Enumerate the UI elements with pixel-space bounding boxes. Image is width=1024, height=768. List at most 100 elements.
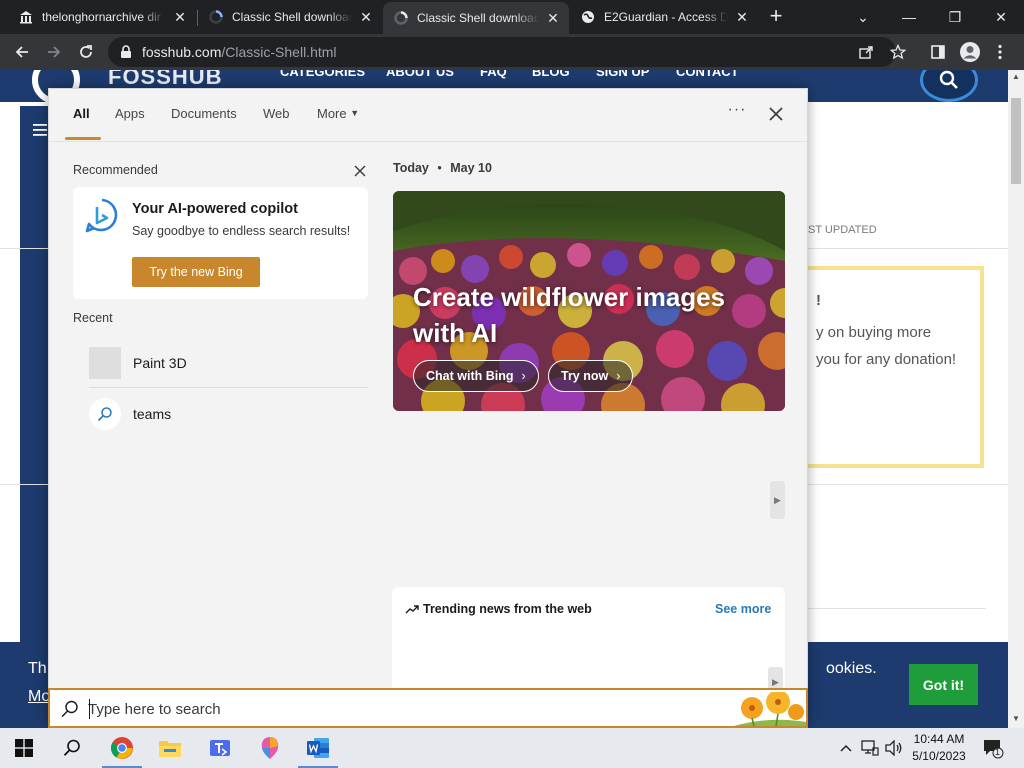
side-panel-icon[interactable] xyxy=(924,38,952,66)
bullet-separator: • xyxy=(437,161,442,175)
got-it-button[interactable]: Got it! xyxy=(909,664,978,705)
minimize-button[interactable]: — xyxy=(886,0,932,34)
tab-apps[interactable]: Apps xyxy=(115,106,145,121)
browser-tab-strip: thelonghornarchive dir ✕ Classic Shell d… xyxy=(0,0,1024,34)
scroll-down-arrow[interactable]: ▼ xyxy=(1008,712,1024,726)
taskbar-word[interactable] xyxy=(294,728,342,768)
back-button[interactable] xyxy=(8,38,36,66)
taskbar-search-box[interactable] xyxy=(48,688,808,728)
browser-tab-1[interactable]: thelonghornarchive dir ✕ xyxy=(8,0,196,34)
kebab-menu-icon[interactable] xyxy=(990,38,1010,66)
dismiss-icon[interactable] xyxy=(352,163,368,179)
taskbar-chrome[interactable] xyxy=(98,728,146,768)
recent-item-teams[interactable]: teams xyxy=(73,391,368,437)
network-icon[interactable] xyxy=(860,738,880,758)
try-now-label: Try now xyxy=(561,369,609,383)
browser-tab-3-active[interactable]: Classic Shell download ✕ xyxy=(383,2,569,34)
search-icon[interactable] xyxy=(920,70,978,102)
close-icon[interactable]: ✕ xyxy=(172,9,188,25)
scroll-thumb[interactable] xyxy=(1011,98,1021,184)
taskbar-paint3d[interactable] xyxy=(246,728,294,768)
url-host: fosshub.com xyxy=(142,44,222,60)
taskbar-file-explorer[interactable] xyxy=(146,728,194,768)
tab-web[interactable]: Web xyxy=(263,106,290,121)
nav-categories[interactable]: CATEGORIES xyxy=(280,70,365,79)
more-options-icon[interactable]: ··· xyxy=(725,101,749,125)
close-icon[interactable]: ✕ xyxy=(358,9,374,25)
volume-icon[interactable] xyxy=(884,738,904,758)
cookie-text: Th xyxy=(28,660,47,677)
profile-avatar-icon[interactable] xyxy=(956,38,984,66)
search-icon xyxy=(63,739,80,756)
hero-card[interactable]: Create wildflower images with AI Chat wi… xyxy=(393,191,785,411)
nav-about-us[interactable]: ABOUT US xyxy=(386,70,454,79)
taskbar-teams[interactable] xyxy=(196,728,244,768)
tab-title: E2Guardian - Access De xyxy=(604,10,728,24)
clock-date: 5/10/2023 xyxy=(912,749,966,763)
forward-button[interactable] xyxy=(40,38,68,66)
try-now-button[interactable]: Try now › xyxy=(548,360,634,392)
start-button[interactable] xyxy=(0,728,48,768)
donate-text: you for any donation! xyxy=(816,351,957,368)
nav-sign-up[interactable]: SIGN UP xyxy=(596,70,649,79)
scroll-up-arrow[interactable]: ▲ xyxy=(1008,70,1024,84)
url-path: /Classic-Shell.html xyxy=(221,44,337,60)
logo-text: FOSSHUB xyxy=(108,70,223,89)
carousel-next-arrow[interactable]: ▶ xyxy=(770,481,785,519)
tab-more[interactable]: More ▼ xyxy=(317,106,359,121)
browser-tab-2[interactable]: Classic Shell download ✕ xyxy=(198,0,382,34)
try-new-bing-button[interactable]: Try the new Bing xyxy=(132,257,260,287)
lock-icon[interactable] xyxy=(120,45,132,59)
nav-blog[interactable]: BLOG xyxy=(532,70,570,79)
cookie-text: ookies. xyxy=(826,660,877,677)
tab-search-icon[interactable]: ⌄ xyxy=(840,0,886,34)
word-icon xyxy=(307,738,329,758)
building-icon xyxy=(18,9,34,25)
reload-button[interactable] xyxy=(72,38,100,66)
window-close-button[interactable]: ✕ xyxy=(978,0,1024,34)
search-input[interactable] xyxy=(88,698,708,720)
system-clock[interactable]: 10:44 AM 5/10/2023 xyxy=(908,731,970,765)
share-icon[interactable] xyxy=(852,38,880,66)
donate-box: ! y on buying more you for any donation! xyxy=(800,266,984,468)
recent-heading: Recent xyxy=(73,311,113,325)
address-bar[interactable]: fosshub.com /Classic-Shell.html xyxy=(108,37,896,67)
chevron-up-icon[interactable] xyxy=(836,738,856,758)
donate-text: y on buying more xyxy=(816,324,932,341)
clock-time: 10:44 AM xyxy=(913,732,965,746)
windows-search-flyout: All Apps Documents Web More ▼ ··· Recomm… xyxy=(48,88,808,729)
cookie-more-link[interactable]: Mo xyxy=(28,688,50,706)
chat-with-bing-label: Chat with Bing xyxy=(426,369,514,383)
tab-documents[interactable]: Documents xyxy=(171,106,237,121)
notification-center-icon[interactable]: 1 xyxy=(982,737,1004,759)
windows-taskbar: 10:44 AM 5/10/2023 1 xyxy=(0,728,1024,768)
page-scrollbar[interactable]: ▲ ▼ xyxy=(1008,70,1024,728)
chevron-right-icon: › xyxy=(616,369,621,383)
paint3d-icon xyxy=(89,347,121,379)
tab-more-label: More xyxy=(317,106,347,121)
bing-promo-card[interactable]: Your AI-powered copilot Say goodbye to e… xyxy=(73,187,368,299)
tab-all[interactable]: All xyxy=(73,106,90,121)
chevron-right-icon: › xyxy=(521,369,526,383)
close-icon[interactable]: ✕ xyxy=(545,10,561,26)
today-date: May 10 xyxy=(450,161,492,175)
trending-title: Trending news from the web xyxy=(405,602,592,616)
recent-item-paint3d[interactable]: Paint 3D xyxy=(73,340,368,386)
bookmark-star-icon[interactable] xyxy=(884,38,912,66)
caret-down-icon: ▼ xyxy=(350,108,360,118)
new-tab-button[interactable]: + xyxy=(764,5,788,29)
chat-with-bing-button[interactable]: Chat with Bing › xyxy=(413,360,539,392)
see-more-link[interactable]: See more xyxy=(715,602,771,616)
nav-faq[interactable]: FAQ xyxy=(480,70,507,79)
close-icon[interactable] xyxy=(765,103,787,125)
browser-toolbar: fosshub.com /Classic-Shell.html xyxy=(0,34,1024,70)
nav-contact[interactable]: CONTACT xyxy=(676,70,739,79)
taskbar-search-button[interactable] xyxy=(48,728,96,768)
browser-tab-4[interactable]: E2Guardian - Access De ✕ xyxy=(570,0,758,34)
recent-item-label: Paint 3D xyxy=(133,355,187,371)
divider xyxy=(790,608,986,609)
chrome-icon xyxy=(111,737,133,759)
restore-button[interactable]: ❐ xyxy=(932,0,978,34)
hamburger-icon[interactable] xyxy=(33,124,47,136)
close-icon[interactable]: ✕ xyxy=(734,9,750,25)
